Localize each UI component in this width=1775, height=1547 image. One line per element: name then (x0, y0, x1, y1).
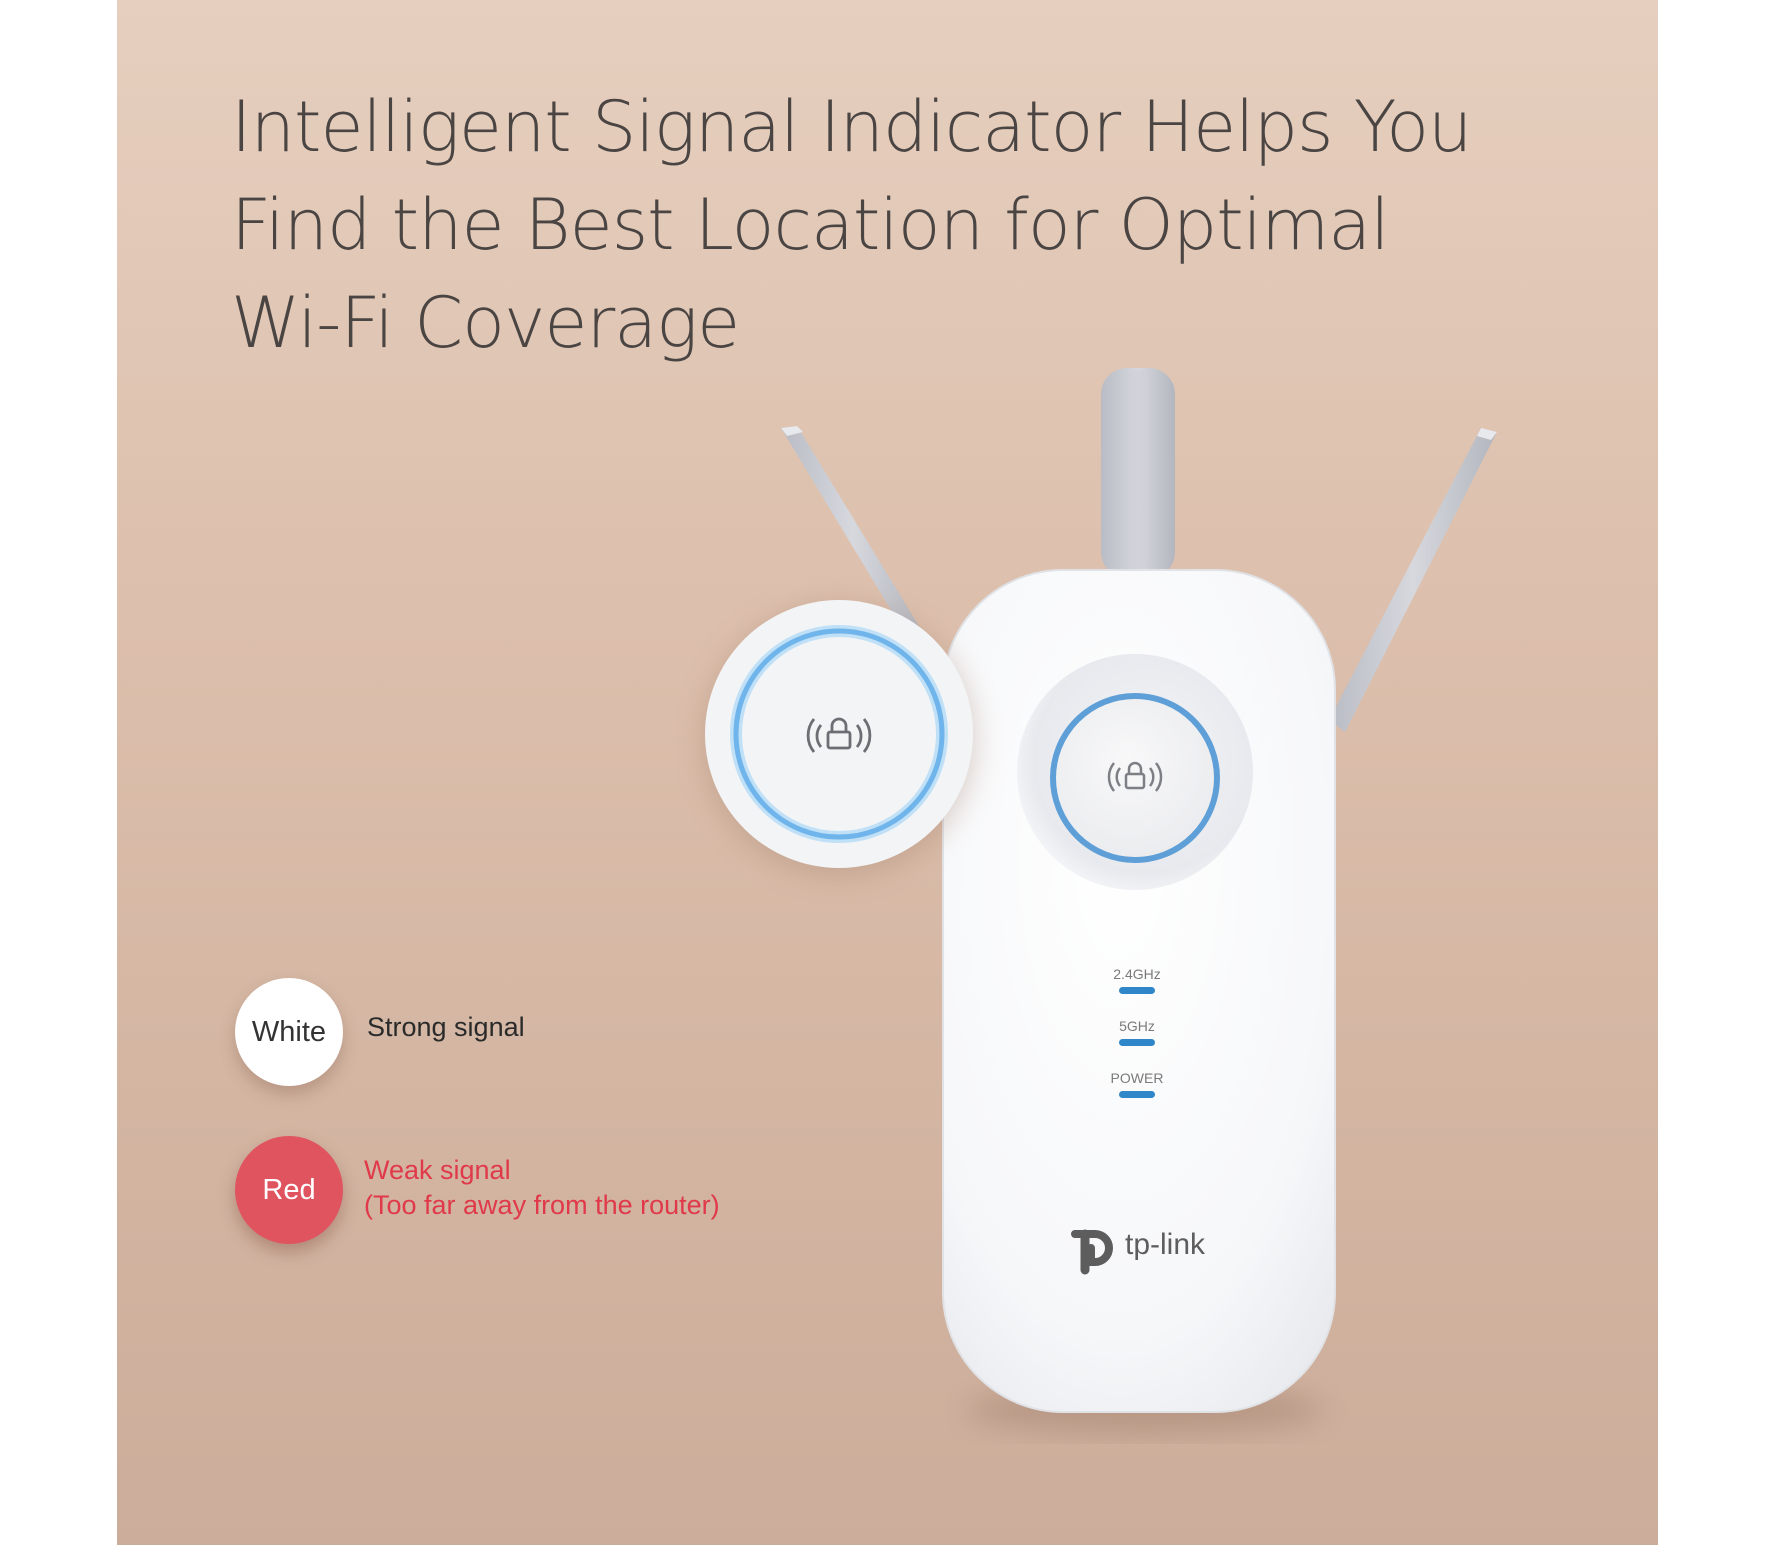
signal-indicator-ring (1050, 693, 1220, 863)
red-indicator-swatch: Red (235, 1136, 343, 1244)
led-power (1119, 1091, 1155, 1098)
weak-signal-text: Weak signal (Too far away from the route… (364, 1153, 720, 1223)
weak-signal-line-2: (Too far away from the router) (364, 1190, 720, 1220)
brand-logo: tp-link (1065, 1216, 1235, 1275)
right-antenna (1329, 428, 1497, 732)
white-swatch-label: White (251, 1015, 327, 1048)
brand-wordmark: tp-link (1125, 1228, 1206, 1261)
weak-signal-line-1: Weak signal (364, 1155, 511, 1185)
product-banner: Intelligent Signal Indicator Helps You F… (117, 0, 1658, 1545)
red-swatch-label: Red (262, 1173, 316, 1206)
top-antenna (1101, 368, 1175, 578)
led-label-2-4ghz: 2.4GHz (1113, 966, 1161, 982)
strong-signal-text: Strong signal (367, 1012, 525, 1042)
led-label-5ghz: 5GHz (1119, 1018, 1155, 1034)
tp-link-logo-icon (1071, 1229, 1113, 1275)
white-indicator-swatch: White (235, 978, 343, 1086)
led-label-power: POWER (1110, 1070, 1164, 1086)
led-2-4ghz (1119, 987, 1155, 994)
zoom-detail-disc (705, 600, 973, 868)
range-extender-illustration (703, 368, 1497, 1434)
led-5ghz (1119, 1039, 1155, 1046)
